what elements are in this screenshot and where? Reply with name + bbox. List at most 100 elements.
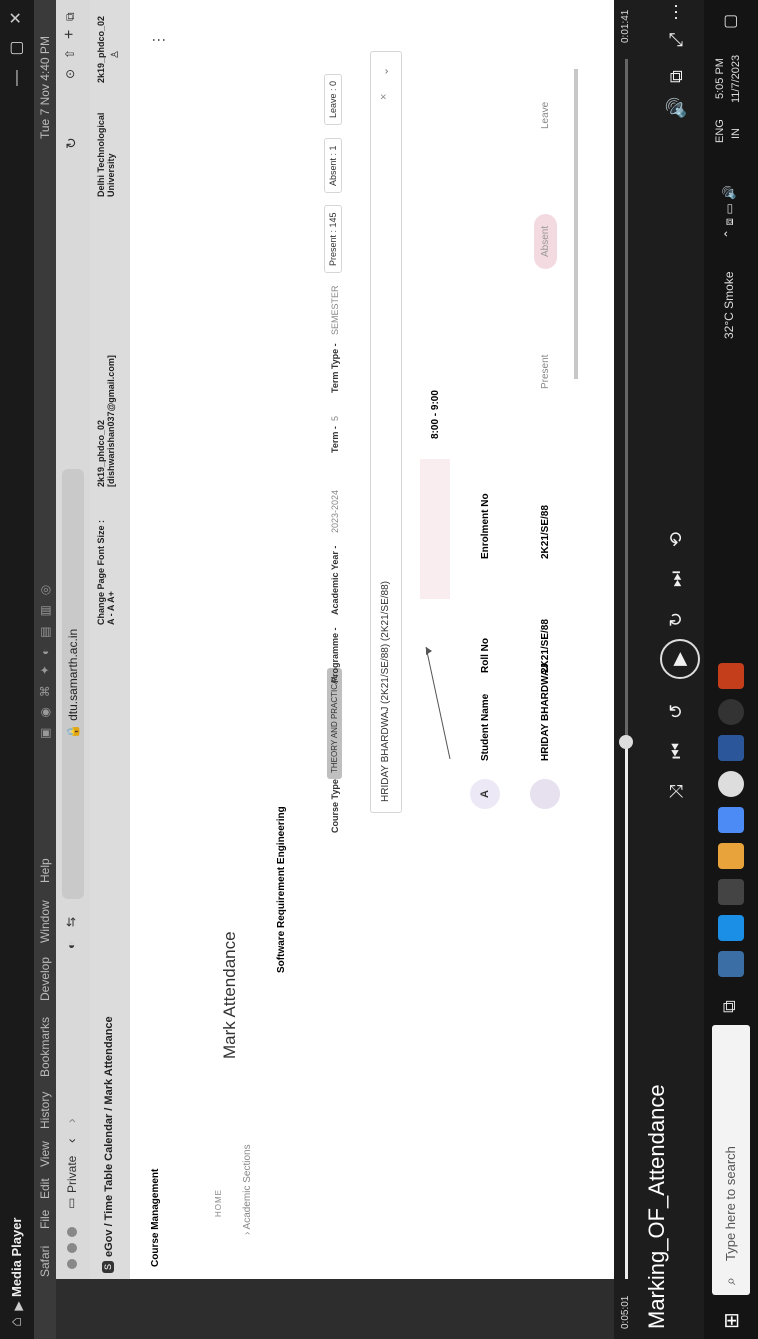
breadcrumb[interactable]: eGov / Time Table Calendar / Mark Attend…: [103, 1016, 115, 1257]
store-icon[interactable]: [718, 879, 744, 905]
header-enrolment-no: Enrolment No: [480, 493, 491, 559]
maximize-icon[interactable]: ▢: [6, 37, 28, 59]
next-icon[interactable]: ⏭: [666, 571, 687, 587]
header-student-name: Student Name: [480, 693, 491, 761]
back-icon[interactable]: ‹: [63, 1138, 79, 1143]
translate-icon[interactable]: ⇆: [64, 917, 78, 927]
volume-icon[interactable]: 🔊: [666, 97, 687, 119]
term-label: Term -: [330, 426, 340, 453]
miniplayer-icon[interactable]: ⧉: [666, 70, 687, 83]
file-explorer-icon[interactable]: [718, 951, 744, 977]
download-icon[interactable]: ⊙: [63, 69, 77, 79]
absent-count-badge: Absent : 1: [324, 138, 342, 193]
home-link[interactable]: HOME: [214, 1189, 223, 1217]
close-icon[interactable]: ✕: [6, 7, 28, 29]
absent-option[interactable]: Absent: [534, 213, 557, 269]
sidebar-icon[interactable]: ▭: [64, 1198, 78, 1209]
share-icon[interactable]: ⇧: [63, 49, 77, 59]
seek-thumb[interactable]: [619, 735, 633, 750]
word-icon[interactable]: [718, 735, 744, 761]
avatar: A: [470, 779, 500, 809]
menu-help[interactable]: Help: [38, 858, 52, 883]
rotated-screen: ⌂ ▶ Media Player — ▢ ✕ Safari File Edit …: [0, 0, 758, 1339]
media-controls: 0:05:01 0:01:41 Marking_OF_Attendance ⤨ …: [614, 0, 704, 1339]
term-type-value: SEMESTER: [330, 285, 340, 335]
chrome-icon[interactable]: [718, 771, 744, 797]
student-select[interactable]: HRIDAY BHARDWAJ (2K21/SE/88) (2K21/SE/88…: [370, 51, 402, 813]
taskbar-time[interactable]: 5:05 PM: [714, 58, 726, 99]
font-size-control[interactable]: Change Page Font Size : A - A A+: [96, 515, 116, 625]
tab-overview-icon[interactable]: ⧉: [63, 12, 78, 21]
more-options-icon[interactable]: ⋮: [150, 33, 167, 47]
shuffle-icon[interactable]: ⤨: [666, 785, 687, 799]
media-app-icon[interactable]: [718, 843, 744, 869]
sidebar-heading: Course Management: [150, 1168, 161, 1267]
menu-bookmarks[interactable]: Bookmarks: [38, 1017, 52, 1077]
language-indicator[interactable]: ENG: [714, 119, 726, 143]
menu-window[interactable]: Window: [38, 900, 52, 943]
new-tab-icon[interactable]: +: [61, 30, 79, 39]
annotation-arrow: [425, 646, 451, 759]
reload-icon[interactable]: ↻: [63, 137, 80, 149]
task-view-icon[interactable]: ⧉: [719, 1000, 740, 1013]
mail-icon[interactable]: [718, 807, 744, 833]
media-player-taskbar-icon[interactable]: [718, 699, 744, 725]
chevron-down-icon[interactable]: ⌄: [378, 67, 391, 76]
page-title: Mark Attendance: [220, 931, 239, 1059]
search-placeholder: Type here to search: [723, 1146, 738, 1261]
status-icons: ▣◉⌘✦◐▤▥◎: [38, 574, 52, 739]
minimize-icon[interactable]: —: [6, 67, 28, 89]
seek-bar[interactable]: [619, 59, 633, 1279]
private-tab-label[interactable]: Private: [65, 1156, 79, 1193]
mac-clock: Tue 7 Nov 4:40 PM: [38, 36, 52, 139]
menu-safari[interactable]: Safari: [38, 1246, 52, 1277]
safari-window: ▭ Private ‹ › ◐ ⇆ 🔒 dtu.samarth.ac.in ↻ …: [56, 0, 616, 1279]
remaining-time: 0:01:41: [620, 9, 631, 43]
edge-icon[interactable]: [718, 915, 744, 941]
address-bar[interactable]: 🔒 dtu.samarth.ac.in: [62, 469, 84, 899]
window-close-dot[interactable]: [67, 1259, 77, 1269]
windows-start-icon[interactable]: ⊞: [719, 1312, 744, 1329]
clear-selection-icon[interactable]: ×: [378, 94, 390, 100]
leave-option[interactable]: Leave: [540, 102, 551, 129]
present-count-badge: Present : 145: [324, 205, 342, 273]
play-icon[interactable]: ▶: [660, 639, 700, 679]
previous-icon[interactable]: ⏮: [666, 743, 687, 759]
horizontal-scrollbar[interactable]: [574, 69, 578, 379]
present-option[interactable]: Present: [540, 355, 551, 389]
elapsed-time: 0:05:01: [620, 1295, 631, 1329]
taskbar-search-box[interactable]: ⌕ Type here to search: [712, 1025, 750, 1295]
shield-icon[interactable]: ◐: [64, 942, 78, 949]
menu-develop[interactable]: Develop: [38, 957, 52, 1001]
powerpoint-icon[interactable]: [718, 663, 744, 689]
academic-sections-label: Academic Sections: [242, 1144, 253, 1230]
forward-icon[interactable]: ›: [63, 1118, 79, 1123]
more-icon[interactable]: ⋯: [666, 3, 687, 21]
student-avatar: [530, 779, 560, 809]
highlight-block: [420, 459, 450, 599]
academic-sections-link[interactable]: › Academic Sections: [242, 1144, 253, 1235]
weather-widget[interactable]: 32°C Smoke: [722, 272, 736, 340]
fullscreen-icon[interactable]: ⤢: [666, 33, 687, 47]
window-minimize-dot[interactable]: [67, 1243, 77, 1253]
menu-file[interactable]: File: [38, 1210, 52, 1229]
header-roll-no: Roll No: [480, 638, 491, 673]
term-type-label: Term Type -: [330, 343, 340, 393]
menu-history[interactable]: History: [38, 1092, 52, 1129]
window-zoom-dot[interactable]: [67, 1227, 77, 1237]
taskbar-date[interactable]: 11/7/2023: [730, 55, 742, 103]
windows-taskbar: ⊞ ⌕ Type here to search ⧉ 32°C Smoke ⌃ ⧈…: [704, 0, 758, 1339]
recorded-mac-screen: Safari File Edit View History Bookmarks …: [34, 0, 616, 1339]
notification-icon[interactable]: ▢: [720, 14, 740, 29]
media-player-titlebar: ⌂ ▶ Media Player — ▢ ✕: [0, 0, 34, 1339]
menu-edit[interactable]: Edit: [38, 1178, 52, 1199]
user-icon[interactable]: ♙: [110, 50, 121, 59]
rewind-icon[interactable]: ↺: [666, 704, 687, 719]
row-student-name: HRIDAY BHARDWAJ: [540, 663, 551, 761]
tray-icons[interactable]: ⌃ ⧈ ▭ 🔊: [722, 185, 737, 239]
term-value: 5: [330, 415, 340, 421]
app-header: S eGov / Time Table Calendar / Mark Atte…: [90, 0, 131, 1279]
repeat-icon[interactable]: ⟲: [666, 532, 687, 547]
fast-forward-icon[interactable]: ↻: [666, 612, 687, 627]
menu-view[interactable]: View: [38, 1141, 52, 1167]
